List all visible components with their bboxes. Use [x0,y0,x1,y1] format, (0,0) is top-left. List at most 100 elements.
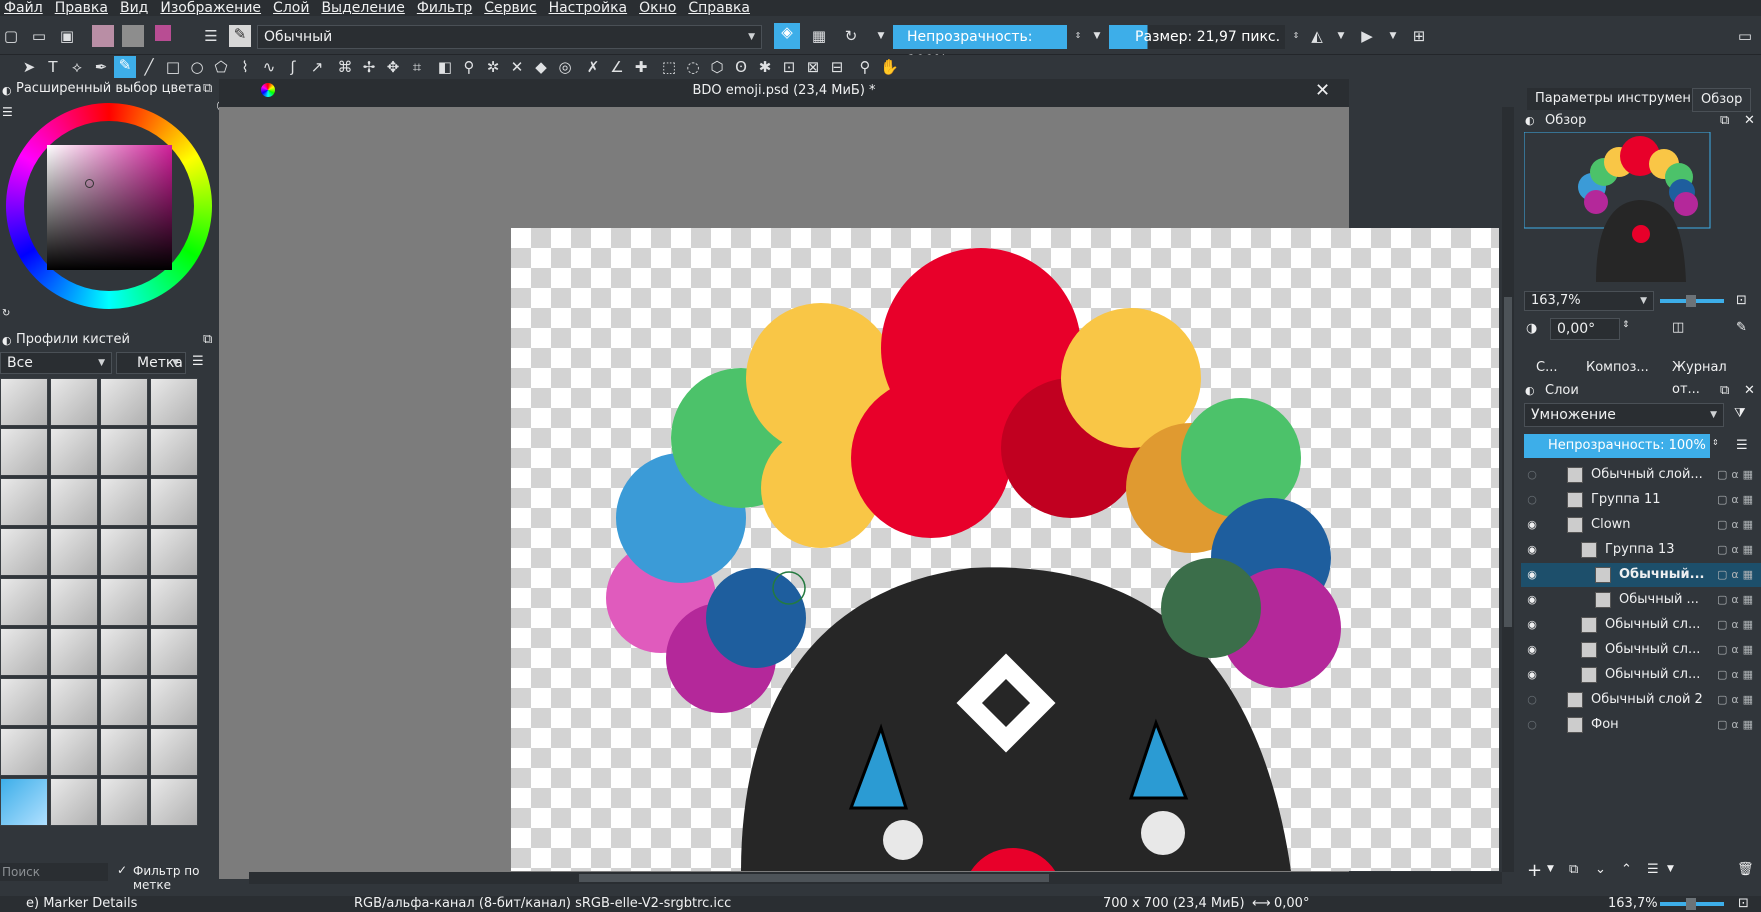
brush-preset[interactable] [50,778,98,826]
freehand-brush-tool-icon[interactable]: ✎ [114,56,136,78]
brush-preset[interactable] [100,778,148,826]
eye-hidden-icon[interactable]: ○ [1525,468,1539,482]
tab-compositions[interactable]: Композ... [1578,357,1657,379]
add-layer-icon[interactable]: + [1527,860,1542,881]
layer-flags-icon[interactable]: ▢α▦ [1717,463,1757,487]
eye-visible-icon[interactable]: ◉ [1525,643,1539,657]
fit-view-icon[interactable]: ⊡ [1736,293,1747,308]
duplicate-layer-icon[interactable]: ⧉ [1569,862,1578,877]
spin-arrows-icon[interactable]: ⇕ [1287,27,1305,45]
polyline-tool-icon[interactable]: ⌇ [236,58,254,76]
brush-search-input[interactable]: Поиск [0,863,108,881]
layer-flags-icon[interactable]: ▢α▦ [1717,613,1757,637]
slider-handle[interactable] [1686,898,1696,910]
canvas[interactable] [511,228,1499,871]
layer-flags-icon[interactable]: ▢α▦ [1717,713,1757,737]
image-size-label[interactable]: 700 x 700 (23,4 МиБ) [1103,896,1245,912]
delete-layer-icon[interactable]: 🗑 [1737,862,1754,877]
layer-row[interactable]: ◉ Обычный... ▢α▦ [1521,563,1761,587]
assistant-tool-icon[interactable]: ✗ [584,58,602,76]
layer-flags-icon[interactable]: ▢α▦ [1717,663,1757,687]
float-dock-icon[interactable]: ⧉ [203,81,212,96]
status-zoom-slider[interactable] [1660,898,1724,910]
transform-tool-icon[interactable]: ✢ [360,58,378,76]
gradient-swatch-icon[interactable] [92,25,114,47]
mirror-horizontal-icon[interactable]: ◭ [1308,27,1326,45]
brush-preset[interactable] [0,628,48,676]
eye-hidden-icon[interactable]: ○ [1525,718,1539,732]
brush-preset[interactable] [150,528,198,576]
brush-preset[interactable] [50,428,98,476]
measure-tool-icon[interactable]: ∠ [608,58,626,76]
chevron-down-icon[interactable]: ▼ [872,27,890,45]
menu-icon[interactable]: ☰ [192,354,204,369]
polygon-tool-icon[interactable]: ⬠ [212,58,230,76]
lock-icon[interactable]: ◐ [1525,384,1535,397]
settings-icon[interactable]: ☰ [2,105,13,119]
menu-image[interactable]: Изображение [160,0,261,16]
menu-icon[interactable]: ☰ [1736,438,1748,453]
bezier-tool-icon[interactable]: ∿ [260,58,278,76]
layer-flags-icon[interactable]: ▢α▦ [1717,538,1757,562]
gradient-tool-icon[interactable]: ◧ [436,58,454,76]
brush-preset[interactable] [150,628,198,676]
chevron-down-icon[interactable]: ▼ [1547,864,1554,874]
opacity-slider[interactable]: Непрозрачность: 100% [893,25,1067,69]
brush-settings-icon[interactable]: ☰ [202,27,220,45]
brush-preset[interactable] [100,428,148,476]
tab-overview[interactable]: Обзор [1692,88,1752,112]
lock-icon[interactable]: ◐ [2,334,12,347]
vertical-scrollbar[interactable] [1502,107,1514,872]
text-tool-icon[interactable]: T [44,58,62,76]
menu-tools[interactable]: Сервис [484,0,536,16]
horizontal-scrollbar[interactable] [249,872,1502,884]
layer-row[interactable]: ○ Обычный слой 2 ▢α▦ [1521,688,1761,712]
layer-properties-icon[interactable]: ☰ [1647,862,1659,877]
freehand-path-tool-icon[interactable]: ʃ [284,58,302,76]
brush-preset[interactable] [150,728,198,776]
enclose-fill-tool-icon[interactable]: ◎ [556,58,574,76]
color-picker-tool-icon[interactable]: ⚲ [460,58,478,76]
menu-edit[interactable]: Правка [55,0,108,16]
brush-preset[interactable] [0,578,48,626]
zoom-select[interactable]: 163,7% ▼ [1524,291,1654,311]
colorize-mask-tool-icon[interactable]: ✲ [484,58,502,76]
chevron-down-icon[interactable]: ▼ [1088,27,1106,45]
menu-window[interactable]: Окно [639,0,676,16]
menu-settings[interactable]: Настройка [549,0,628,16]
brush-preset[interactable] [150,678,198,726]
calligraphy-tool-icon[interactable]: ✒ [92,58,110,76]
brush-preset[interactable] [0,478,48,526]
layer-flags-icon[interactable]: ▢α▦ [1717,513,1757,537]
brush-preset[interactable] [150,778,198,826]
brush-preset[interactable] [150,428,198,476]
brush-preset[interactable] [50,628,98,676]
layer-flags-icon[interactable]: ▢α▦ [1717,488,1757,512]
brush-preset[interactable] [50,678,98,726]
layer-flags-icon[interactable]: ▢α▦ [1717,688,1757,712]
brush-preset[interactable] [0,378,48,426]
fit-view-icon[interactable]: ⊡ [1738,896,1749,912]
pin-icon[interactable]: ✎ [1736,320,1747,335]
chevron-down-icon[interactable]: ▼ [1384,27,1402,45]
size-slider[interactable]: Размер: 21,97 пикс. [1109,25,1285,49]
brush-preset[interactable] [100,478,148,526]
brush-preset[interactable] [150,478,198,526]
eye-visible-icon[interactable]: ◉ [1525,568,1539,582]
tag-select[interactable]: Метка ▼ [116,352,186,374]
line-tool-icon[interactable]: ╱ [140,58,158,76]
menu-layer[interactable]: Слой [273,0,309,16]
save-icon[interactable]: ▣ [58,27,76,45]
open-folder-icon[interactable]: ▭ [30,27,48,45]
eye-visible-icon[interactable]: ◉ [1525,668,1539,682]
edit-shapes-tool-icon[interactable]: ⟡ [68,58,86,76]
smart-patch-tool-icon[interactable]: ✕ [508,58,526,76]
brush-preset[interactable] [100,678,148,726]
brush-preset[interactable] [100,628,148,676]
foreground-color-icon[interactable] [155,25,171,41]
close-icon[interactable]: ✕ [1744,113,1755,128]
sat-value-square[interactable] [47,145,172,270]
ellipse-tool-icon[interactable]: ○ [188,58,206,76]
pan-tool-icon[interactable]: ✋ [880,58,899,76]
eye-visible-icon[interactable]: ◉ [1525,543,1539,557]
